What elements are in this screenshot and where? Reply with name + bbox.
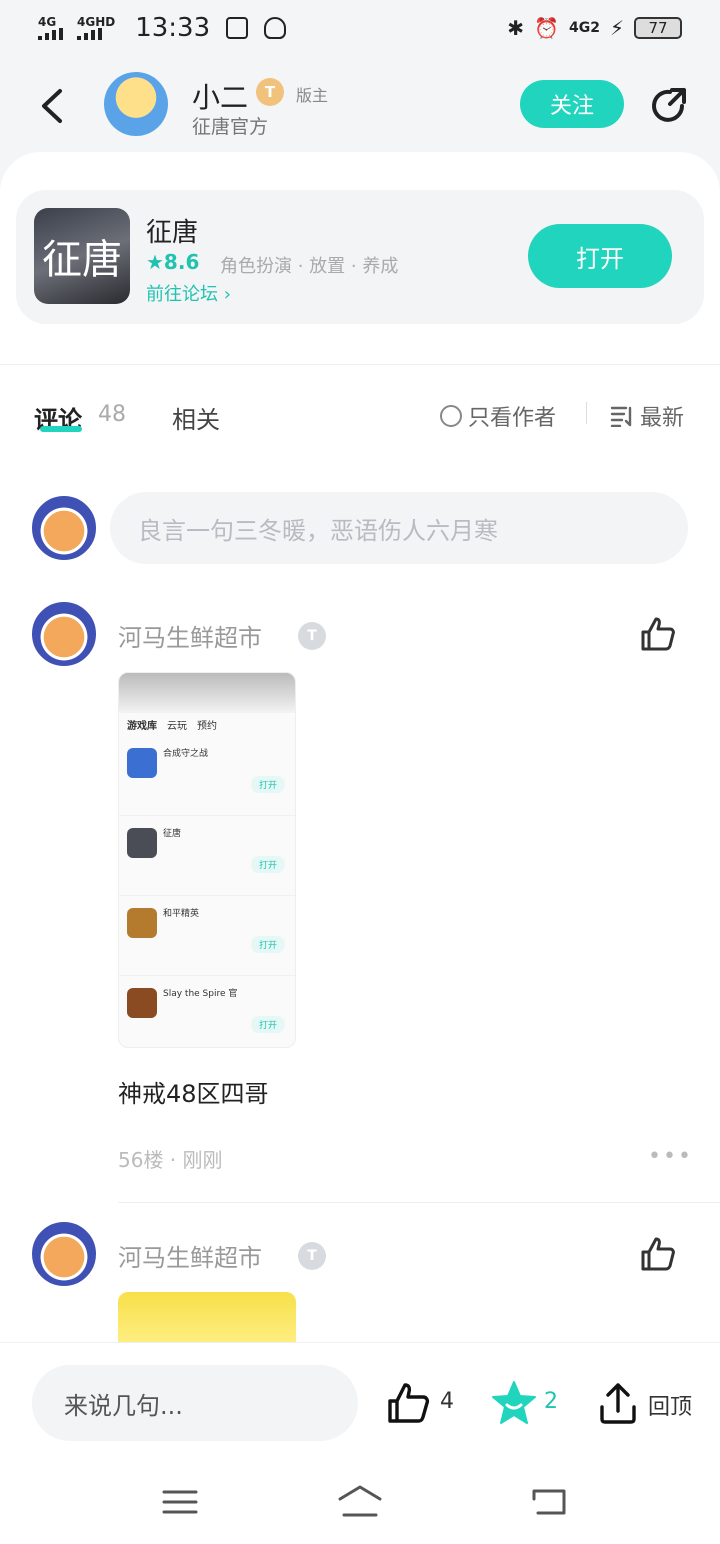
commenter-name[interactable]: 河马生鲜超市	[118, 1238, 262, 1273]
reply-input-placeholder: 来说几句...	[64, 1391, 183, 1420]
network-label: 4G	[38, 15, 57, 29]
thumb-open: 打开	[250, 776, 285, 793]
network-label: 4G2	[568, 20, 600, 36]
only-author-label: 只看作者	[468, 406, 557, 431]
battery-icon: 77	[634, 17, 682, 39]
thumb-open: 打开	[250, 936, 285, 953]
divider	[0, 364, 720, 365]
level-badge: T	[298, 1242, 326, 1270]
game-icon: 征唐	[34, 208, 130, 304]
like-icon[interactable]	[640, 1236, 676, 1272]
charging-icon: ⚡	[609, 16, 624, 40]
menu-icon[interactable]	[162, 1489, 198, 1515]
divider	[118, 1202, 720, 1203]
commenter-avatar[interactable]	[32, 602, 96, 666]
favorite-count: 2	[544, 1389, 558, 1414]
reply-input[interactable]: 来说几句...	[32, 1365, 358, 1441]
thumb-tabs: 游戏库 云玩 预约	[119, 713, 295, 736]
thumb-game-icon	[127, 988, 157, 1018]
open-game-button[interactable]: 打开	[528, 224, 672, 288]
thumb-row: 征唐 打开	[119, 816, 295, 896]
thumb-row: 和平精英 打开	[119, 896, 295, 976]
comment-input[interactable]: 良言一句三冬暖，恶语伤人六月寒	[110, 492, 688, 564]
clock: 13:33	[135, 13, 211, 43]
level-badge: T	[298, 622, 326, 650]
thumb-title: 征唐	[163, 829, 182, 839]
thumb-tab: 预约	[197, 721, 217, 732]
thumb-game-icon	[127, 748, 157, 778]
home-icon[interactable]	[336, 1483, 384, 1519]
comment-text: 神戒48区四哥	[118, 1080, 269, 1108]
comment-count: 48	[98, 402, 126, 427]
back-to-top-icon[interactable]	[598, 1381, 638, 1425]
battery-level: 77	[648, 19, 668, 37]
bottom-action-bar: 来说几句... 4 2 回顶	[0, 1342, 720, 1544]
post-header: 小二 T 版主 征唐官方 关注	[0, 62, 720, 152]
commenter-avatar[interactable]	[32, 1222, 96, 1286]
sort-toggle[interactable]: 最新	[610, 400, 684, 432]
thumb-statusbar	[119, 673, 295, 713]
forum-link[interactable]: 前往论坛 ›	[146, 280, 231, 306]
author-avatar[interactable]	[104, 72, 168, 136]
qq-icon	[264, 17, 287, 39]
thumb-title: 合成守之战	[163, 749, 209, 759]
like-count: 4	[440, 1389, 454, 1414]
back-to-top-label[interactable]: 回顶	[648, 1389, 692, 1421]
share-icon[interactable]	[648, 84, 690, 126]
follow-button[interactable]: 关注	[520, 80, 624, 128]
thumb-title: 和平精英	[163, 909, 200, 919]
thumb-row: 合成守之战 打开	[119, 736, 295, 816]
only-author-toggle[interactable]: 只看作者	[440, 400, 556, 432]
thumb-game-icon	[127, 908, 157, 938]
network-label: 4GHD	[77, 15, 116, 29]
back-nav-icon[interactable]	[530, 1487, 568, 1517]
game-score: ★8.6	[146, 250, 200, 274]
author-subtitle: 征唐官方	[192, 116, 269, 138]
like-icon[interactable]	[386, 1381, 430, 1425]
thumb-tab: 云玩	[167, 721, 187, 732]
signal-icon: 4G	[38, 16, 63, 40]
comment-input-placeholder: 良言一句三冬暖，恶语伤人六月寒	[138, 516, 498, 545]
comment-meta: 56楼 · 刚刚	[118, 1148, 223, 1172]
like-icon[interactable]	[640, 616, 676, 652]
level-badge: T	[256, 78, 284, 106]
my-avatar	[32, 496, 96, 560]
commenter-name[interactable]: 河马生鲜超市	[118, 618, 262, 653]
thumb-open: 打开	[250, 856, 285, 873]
favorite-star-icon[interactable]	[490, 1379, 538, 1427]
thumb-tab: 游戏库	[127, 721, 157, 732]
thumb-row: Slay the Spire 官 打开	[119, 976, 295, 1047]
radio-circle-icon	[440, 405, 462, 427]
bluetooth-icon: ✱	[507, 16, 525, 40]
comment-image[interactable]	[118, 1292, 296, 1342]
tab-related[interactable]: 相关	[172, 400, 220, 435]
game-name: 征唐	[146, 218, 199, 248]
content-sheet: 征唐 征唐 ★8.6 角色扮演 · 放置 · 养成 前往论坛 › 打开 评论 4…	[0, 152, 720, 1342]
status-bar: 4G 4GHD 13:33 ✱ ⏰ 4G2 ⚡ 77	[0, 0, 720, 56]
thumb-open: 打开	[250, 1016, 285, 1033]
back-arrow-icon[interactable]	[38, 88, 66, 124]
thumb-game-icon	[127, 828, 157, 858]
divider	[586, 402, 587, 424]
notification-icon	[226, 17, 249, 39]
active-tab-indicator	[40, 426, 82, 432]
game-tags: 角色扮演 · 放置 · 养成	[220, 256, 399, 277]
comment-image[interactable]: 游戏库 云玩 预约 合成守之战 打开 征唐 打开 和平精英 打开 Slay th…	[118, 672, 296, 1048]
sort-icon	[610, 406, 632, 427]
author-name[interactable]: 小二	[192, 76, 248, 116]
thumb-title: Slay the Spire 官	[163, 989, 238, 999]
alarm-icon: ⏰	[534, 16, 559, 40]
more-options-icon[interactable]: •••	[648, 1144, 693, 1169]
game-card[interactable]: 征唐 征唐 ★8.6 角色扮演 · 放置 · 养成 前往论坛 › 打开	[16, 190, 704, 324]
role-label: 版主	[296, 86, 329, 105]
sort-label: 最新	[640, 406, 685, 431]
comment-tabs: 评论 48 相关 只看作者 最新	[0, 388, 720, 444]
signal-icon: 4GHD	[77, 16, 115, 40]
